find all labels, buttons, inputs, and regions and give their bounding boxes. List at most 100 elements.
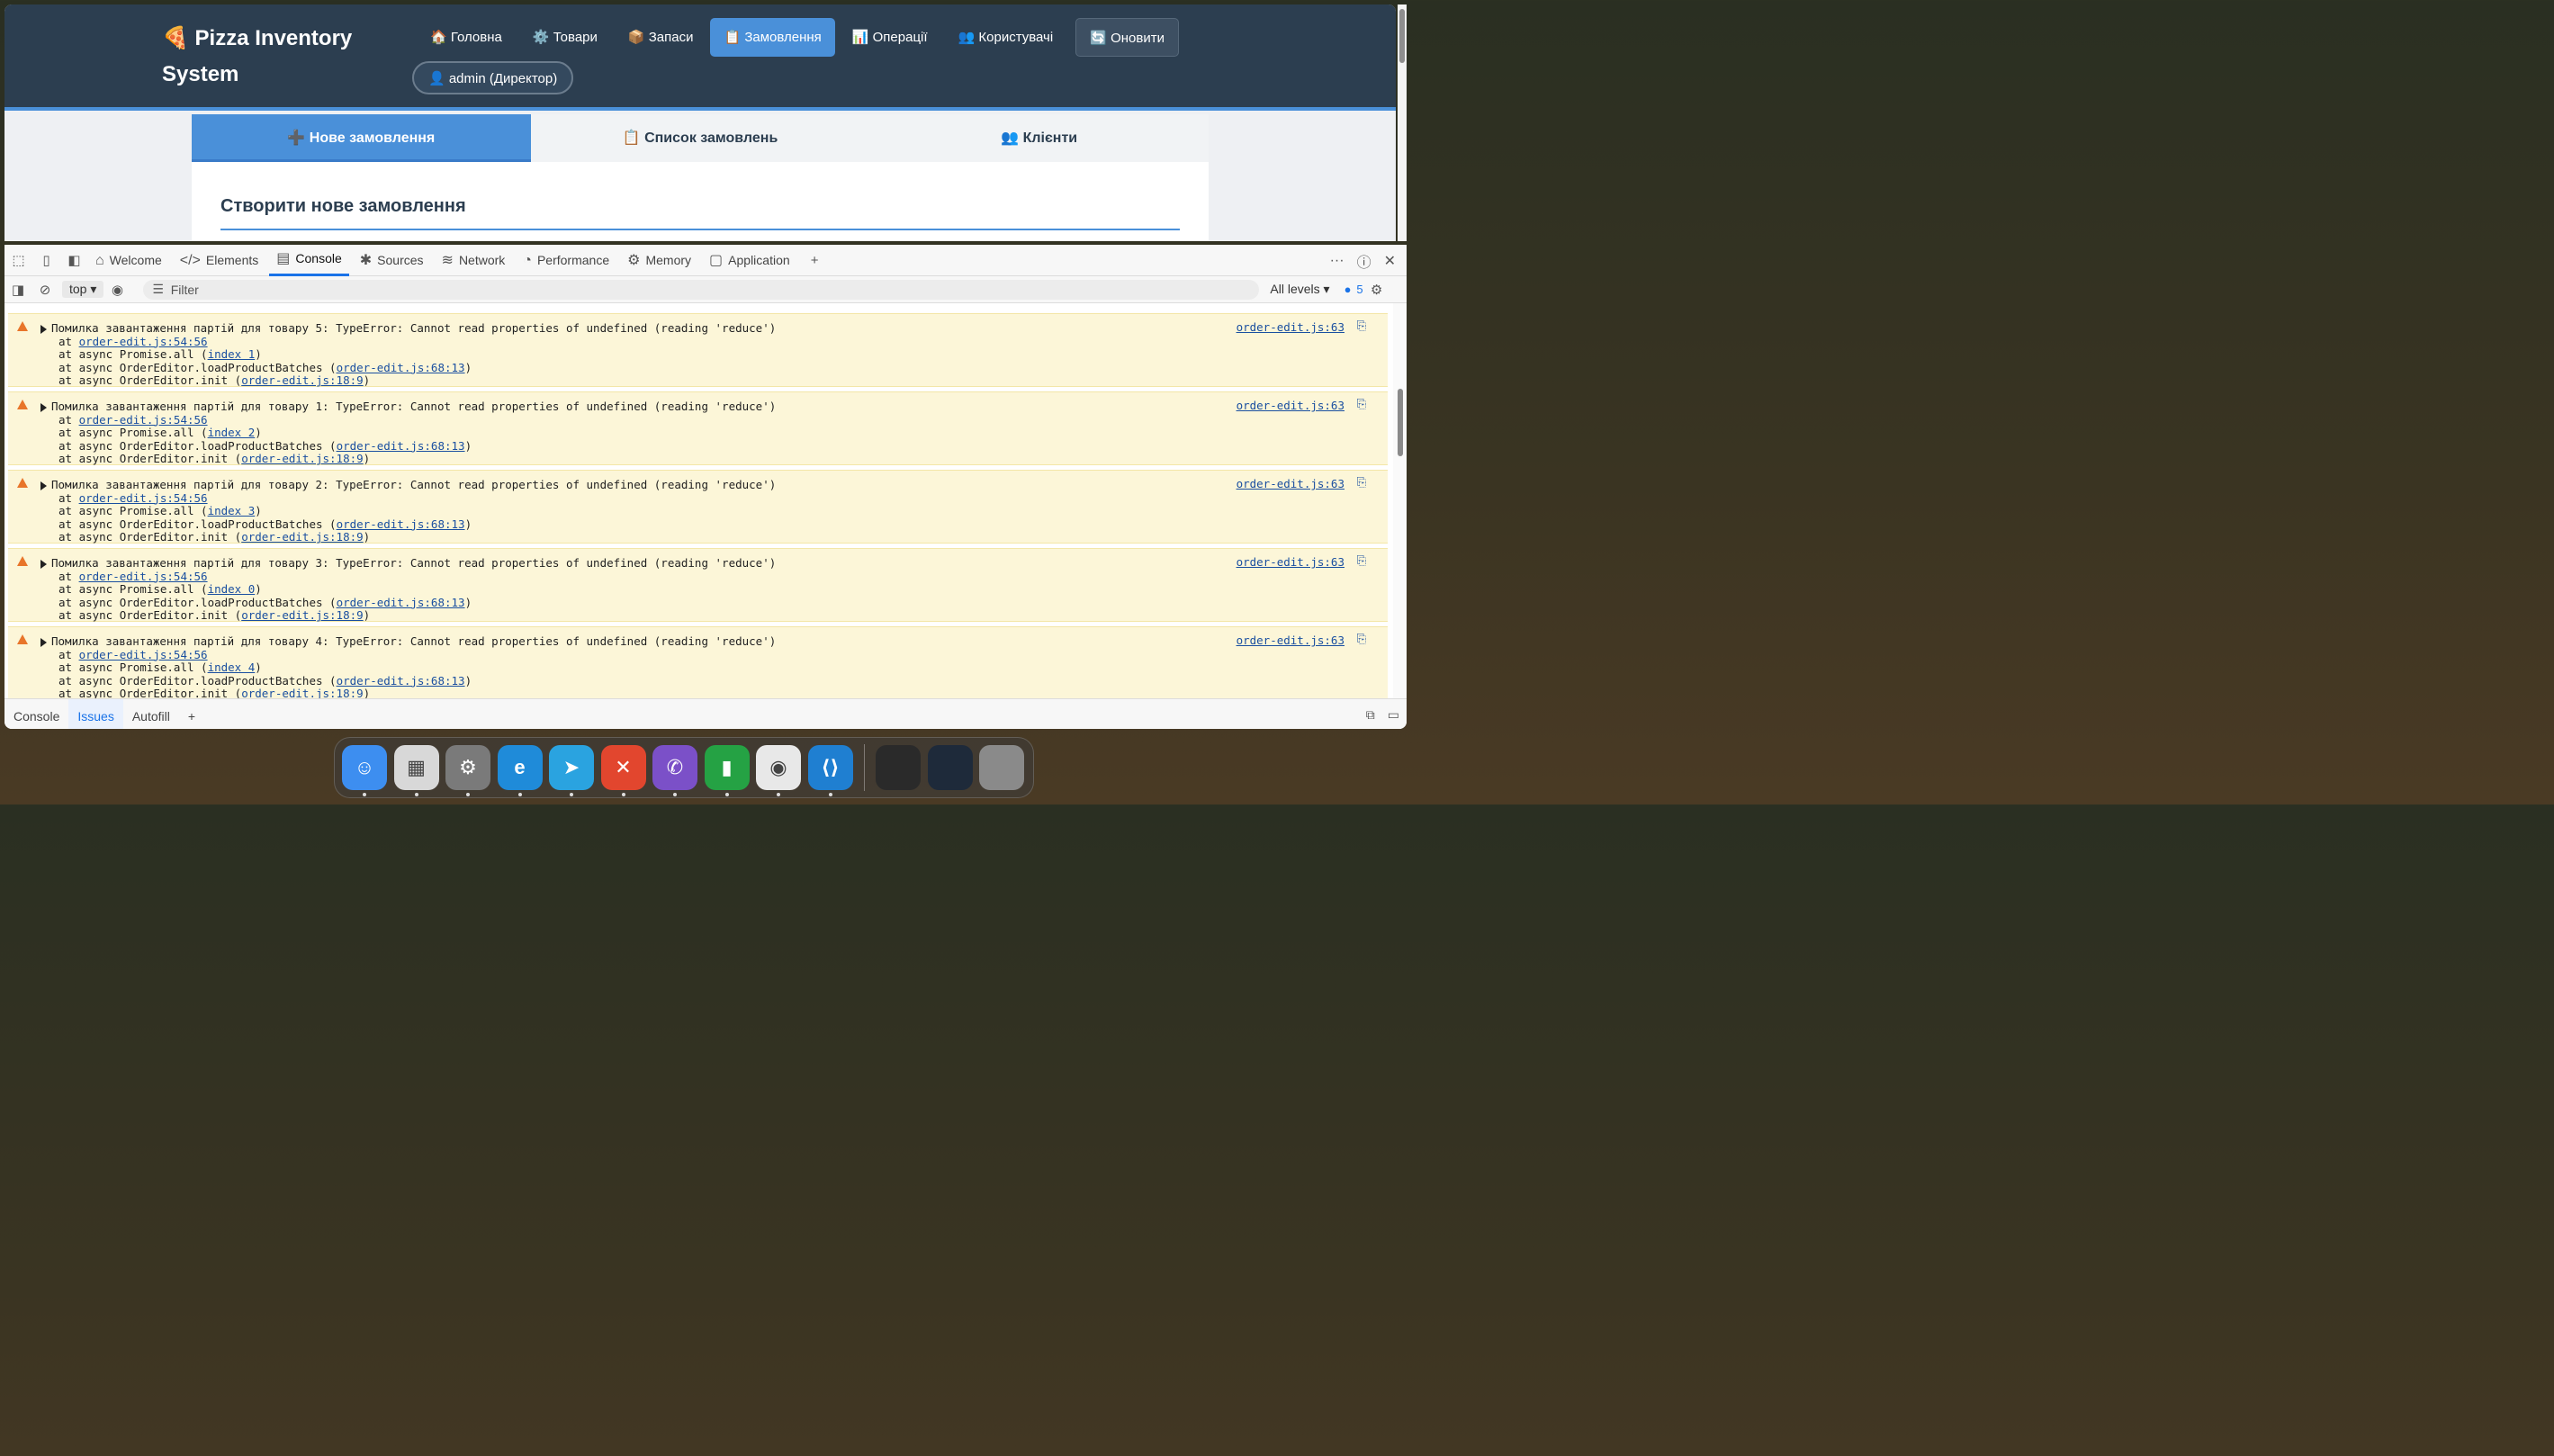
source-link[interactable]: order-edit.js:63 xyxy=(1237,477,1344,490)
page-scrollbar[interactable] xyxy=(1398,4,1407,241)
stack-frame-link[interactable]: index 2 xyxy=(208,426,256,439)
console-warning-entry[interactable]: Помилка завантаження партій для товару 5… xyxy=(8,313,1388,387)
finder-icon[interactable]: ☺ xyxy=(342,745,387,796)
window-thumbnail-icon[interactable] xyxy=(927,745,973,790)
console-warning-entry[interactable]: Помилка завантаження партій для товару 1… xyxy=(8,391,1388,465)
user-menu-button[interactable]: 👤 admin (Директор) xyxy=(412,61,574,94)
stack-frame-link[interactable]: order-edit.js:54:56 xyxy=(79,413,208,427)
expand-arrow-icon[interactable] xyxy=(40,481,47,490)
stack-frame-link[interactable]: index 4 xyxy=(208,661,256,674)
source-link[interactable]: order-edit.js:63 xyxy=(1237,634,1344,647)
live-expression-icon[interactable]: ◉ xyxy=(103,282,130,298)
stack-frame-link[interactable]: order-edit.js:68:13 xyxy=(337,361,465,374)
numbers-icon[interactable]: ▮ xyxy=(704,745,750,796)
nav-products[interactable]: ⚙️ Товари xyxy=(519,18,611,57)
anydesk-icon[interactable]: ✕ xyxy=(600,745,646,796)
dock-side-icon[interactable]: ◧ xyxy=(60,245,88,276)
window-thumbnail-icon[interactable] xyxy=(876,745,921,790)
context-select[interactable]: top ▾ xyxy=(62,281,104,298)
source-link[interactable]: order-edit.js:63 xyxy=(1237,399,1344,412)
stack-frame-link[interactable]: order-edit.js:68:13 xyxy=(337,517,465,531)
vscode-icon[interactable]: ⟨⟩ xyxy=(807,745,853,796)
console-scrollbar[interactable] xyxy=(1393,303,1407,698)
viber-icon[interactable]: ✆ xyxy=(652,745,697,796)
console-settings-icon[interactable]: ⚙ xyxy=(1363,282,1390,298)
refresh-button[interactable]: 🔄 Оновити xyxy=(1075,18,1179,57)
stack-frame-link[interactable]: order-edit.js:54:56 xyxy=(79,570,208,583)
nav-users[interactable]: 👥 Користувачі xyxy=(945,18,1067,57)
drawer-tab-autofill[interactable]: Autofill xyxy=(123,699,179,730)
copilot-explain-icon[interactable]: ⎘ xyxy=(1357,398,1366,411)
stack-frame-link[interactable]: order-edit.js:18:9 xyxy=(241,687,363,698)
telegram-icon[interactable]: ➤ xyxy=(549,745,594,796)
close-icon[interactable]: ✕ xyxy=(1384,252,1396,270)
stack-frame-link[interactable]: index 3 xyxy=(208,504,256,517)
page-scrollbar-thumb[interactable] xyxy=(1399,9,1405,63)
drawer-tab-console[interactable]: Console xyxy=(4,699,68,730)
stack-frame-link[interactable]: index 1 xyxy=(208,347,256,361)
tab-console[interactable]: ▤ Console xyxy=(269,245,349,276)
chrome-icon[interactable]: ◉ xyxy=(756,745,801,796)
more-options-icon[interactable]: ··· xyxy=(1330,253,1344,269)
device-emulation-icon[interactable]: ▯ xyxy=(32,245,60,276)
tab-new-order[interactable]: ➕ Нове замовлення xyxy=(192,114,531,162)
tab-welcome[interactable]: ⌂ Welcome xyxy=(88,245,169,276)
launchpad-icon[interactable]: ▦ xyxy=(393,745,439,796)
stack-frame-link[interactable]: order-edit.js:54:56 xyxy=(79,335,208,348)
console-warning-entry[interactable]: Помилка завантаження партій для товару 2… xyxy=(8,470,1388,544)
stack-frame-link[interactable]: order-edit.js:18:9 xyxy=(241,373,363,388)
console-warning-entry[interactable]: Помилка завантаження партій для товару 3… xyxy=(8,548,1388,622)
app-brand[interactable]: 🍕 Pizza Inventory System xyxy=(162,21,378,93)
help-icon[interactable]: ⓘ xyxy=(1357,250,1371,272)
expand-arrow-icon[interactable] xyxy=(40,325,47,334)
expand-arrow-icon[interactable] xyxy=(40,638,47,647)
copilot-explain-icon[interactable]: ⎘ xyxy=(1357,633,1366,646)
console-scrollbar-thumb[interactable] xyxy=(1398,389,1403,456)
tab-sources[interactable]: ✱ Sources xyxy=(353,245,431,276)
add-tab-icon[interactable]: + xyxy=(801,245,829,276)
add-drawer-tab-icon[interactable]: + xyxy=(179,699,204,730)
inspect-element-icon[interactable]: ⬚ xyxy=(4,245,32,276)
tab-performance[interactable]: ◔ Performance xyxy=(516,245,616,276)
source-link[interactable]: order-edit.js:63 xyxy=(1237,320,1344,334)
tab-order-list[interactable]: 📋 Список замовлень xyxy=(531,114,870,162)
nav-orders[interactable]: 📋 Замовлення xyxy=(710,18,835,57)
clear-console-icon[interactable]: ⊘ xyxy=(31,282,58,298)
system-settings-icon[interactable]: ⚙ xyxy=(445,745,490,796)
undock-drawer-icon[interactable]: ⧉ xyxy=(1366,707,1375,723)
stack-frame-link[interactable]: order-edit.js:68:13 xyxy=(337,439,465,453)
stack-frame-link[interactable]: order-edit.js:18:9 xyxy=(241,608,363,623)
tab-clients[interactable]: 👥 Клієнти xyxy=(869,114,1209,162)
stack-frame-link[interactable]: order-edit.js:18:9 xyxy=(241,530,363,544)
stack-frame-link[interactable]: order-edit.js:54:56 xyxy=(79,648,208,661)
drawer-tab-issues[interactable]: Issues xyxy=(68,698,123,729)
copilot-explain-icon[interactable]: ⎘ xyxy=(1357,319,1366,333)
stack-frame-link[interactable]: index 0 xyxy=(208,582,256,596)
expand-arrow-icon[interactable] xyxy=(40,403,47,412)
tab-elements[interactable]: </> Elements xyxy=(173,245,266,276)
edge-icon[interactable]: e xyxy=(497,745,543,796)
nav-home[interactable]: 🏠 Головна xyxy=(417,18,516,57)
minimize-drawer-icon[interactable]: ▭ xyxy=(1388,707,1399,723)
stack-frame-link[interactable]: order-edit.js:68:13 xyxy=(337,596,465,609)
copilot-explain-icon[interactable]: ⎘ xyxy=(1357,476,1366,490)
console-warning-entry[interactable]: Помилка завантаження партій для товару 4… xyxy=(8,626,1388,698)
stack-frame-link[interactable]: order-edit.js:18:9 xyxy=(241,452,363,466)
source-link[interactable]: order-edit.js:63 xyxy=(1237,555,1344,569)
tab-network[interactable]: ≋ Network xyxy=(435,245,513,276)
copilot-explain-icon[interactable]: ⎘ xyxy=(1357,554,1366,568)
stack-frame-link[interactable]: order-edit.js:68:13 xyxy=(337,674,465,688)
tab-application[interactable]: ▢ Application xyxy=(702,245,797,276)
tab-memory[interactable]: ⚙ Memory xyxy=(620,245,698,276)
stack-frame-link[interactable]: order-edit.js:54:56 xyxy=(79,491,208,505)
sidebar-toggle-icon[interactable]: ◨ xyxy=(4,282,31,298)
expand-arrow-icon[interactable] xyxy=(40,560,47,569)
trash-icon[interactable] xyxy=(979,745,1024,790)
nav-operations[interactable]: 📊 Операції xyxy=(839,18,941,57)
nav-stock[interactable]: 📦 Запаси xyxy=(615,18,707,57)
issues-counter[interactable]: ● 5 xyxy=(1344,283,1363,296)
console-messages[interactable]: Помилка завантаження партій для товару 5… xyxy=(4,303,1393,698)
log-levels-select[interactable]: All levels ▾ xyxy=(1270,282,1329,297)
stack-frame-suffix: ) xyxy=(464,595,472,609)
filter-input[interactable]: ☰ Filter xyxy=(143,279,1260,300)
